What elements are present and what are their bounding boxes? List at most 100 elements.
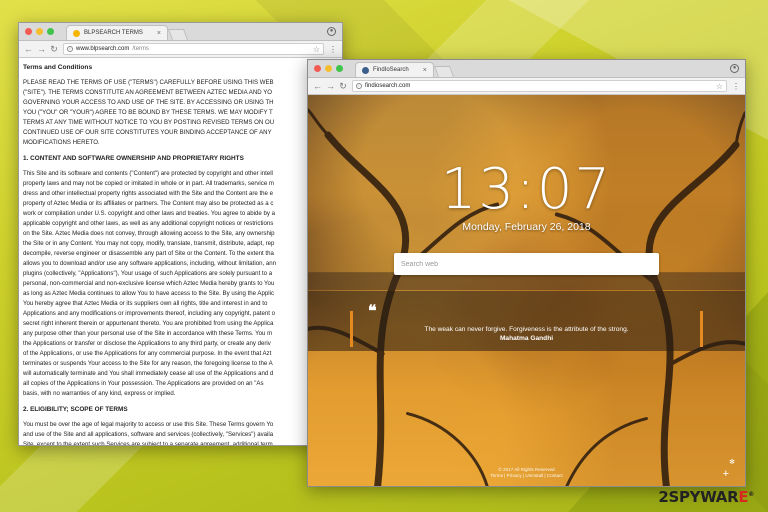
browser-toolbar: ← → ↻ i findiosearch.com ☆ ⋮ xyxy=(308,78,745,95)
tab-strip: BLPSEARCH TERMS × ● xyxy=(19,23,342,41)
terms-line: CONTINUED USE OF OUR SITE CONSTITUTES YO… xyxy=(23,129,272,136)
footer-links[interactable]: Terms | Privacy | Uninstall | Contact xyxy=(308,473,745,479)
terms-content: Terms and Conditions PLEASE READ THE TER… xyxy=(19,58,342,446)
terms-line: allows you to download and/or use any so… xyxy=(23,260,277,267)
address-bar[interactable]: i findiosearch.com ☆ xyxy=(352,80,727,92)
terms-line: decompile, reverse engineer or disassemb… xyxy=(23,250,274,257)
terms-line: and use of the Site and all applications… xyxy=(23,431,274,438)
terms-line: terminates or suspends Your access to th… xyxy=(23,360,273,367)
terms-line: the Site or in any Content. You may not … xyxy=(23,240,275,247)
findiosearch-browser-window: FindIoSearch × ● ← → ↻ i findiosearch.co… xyxy=(307,59,746,487)
window-controls xyxy=(308,65,349,72)
kebab-menu-icon[interactable]: ⋮ xyxy=(329,45,337,54)
terms-line: YOU ("YOU" OR "YOUR") AGREE TO BE BOUND … xyxy=(23,109,273,116)
terms-line: ("SITE"). THE TERMS CONSTITUTE AN AGREEM… xyxy=(23,89,273,96)
browser-toolbar: ← → ↻ i www.blpsearch.com/terms ☆ ⋮ xyxy=(19,41,342,58)
forward-arrow-icon[interactable]: → xyxy=(326,81,335,91)
section-heading: 2. ELIGIBILITY; SCOPE OF TERMS xyxy=(23,406,128,413)
terms-line: This Site and its software and contents … xyxy=(23,170,273,177)
back-arrow-icon[interactable]: ← xyxy=(313,81,322,91)
terms-intro: PLEASE READ THE TERMS OF USE ("TERMS") C… xyxy=(23,79,338,147)
new-tab-button[interactable] xyxy=(167,29,189,40)
terms-line: any purpose other than your personal use… xyxy=(23,330,273,337)
zoom-window-button[interactable] xyxy=(336,65,343,72)
kebab-menu-icon[interactable]: ⋮ xyxy=(732,82,740,91)
tab-close-icon[interactable]: × xyxy=(157,30,161,37)
terms-line: personal, non-commercial and non-exclusi… xyxy=(23,280,275,287)
url-host: findiosearch.com xyxy=(365,83,411,89)
terms-section-2: You must be over the age of legal majori… xyxy=(23,421,338,446)
search-input[interactable] xyxy=(394,253,659,275)
close-window-button[interactable] xyxy=(25,28,32,35)
new-tab-page: 13:07 Monday, February 26, 2018 ❝ The we… xyxy=(308,95,745,486)
section-heading: 1. CONTENT AND SOFTWARE OWNERSHIP AND PR… xyxy=(23,155,244,162)
back-arrow-icon[interactable]: ← xyxy=(24,44,33,54)
reload-icon[interactable]: ↻ xyxy=(339,81,347,91)
terms-browser-window: BLPSEARCH TERMS × ● ← → ↻ i www.blpsearc… xyxy=(18,22,343,446)
terms-line: dress and other intellectual property ri… xyxy=(23,190,273,197)
address-bar[interactable]: i www.blpsearch.com/terms ☆ xyxy=(63,43,324,55)
watermark-word-red: E xyxy=(738,488,749,506)
forward-arrow-icon[interactable]: → xyxy=(37,44,46,54)
page-footer: © 2017 All Rights Reserved Terms | Priva… xyxy=(308,467,745,479)
tab-title: BLPSEARCH TERMS xyxy=(84,30,143,36)
terms-line: secret right inherent therein or appurte… xyxy=(23,320,274,327)
terms-line: of the Applications, or use the Applicat… xyxy=(23,350,272,357)
url-path: /terms xyxy=(132,46,150,52)
new-tab-button[interactable] xyxy=(433,66,454,77)
terms-line: will automatically terminate and You sha… xyxy=(23,370,274,377)
favicon-icon xyxy=(362,66,369,74)
terms-line: work or compilation under U.S. copyright… xyxy=(23,210,276,217)
user-icon[interactable]: ● xyxy=(730,64,739,73)
terms-line: all copies of the Applications in Your p… xyxy=(23,380,264,387)
terms-line: on the Site. Aztec Media does not convey… xyxy=(23,230,275,237)
info-icon[interactable]: i xyxy=(67,46,73,52)
quote-text: The weak can never forgive. Forgiveness … xyxy=(424,326,629,333)
terms-line: PLEASE READ THE TERMS OF USE ("TERMS") C… xyxy=(23,79,274,86)
watermark-number: 2 xyxy=(658,488,669,506)
terms-line: Site, except to the extent such Services… xyxy=(23,441,273,446)
tab-strip: FindIoSearch × ● xyxy=(308,60,745,78)
current-date: Monday, February 26, 2018 xyxy=(462,221,591,233)
watermark-word: SPYWAR xyxy=(668,488,739,506)
tab-blpsearch-terms[interactable]: BLPSEARCH TERMS × xyxy=(66,25,168,40)
info-icon[interactable]: i xyxy=(356,83,362,89)
favicon-icon xyxy=(73,29,80,37)
tab-title: FindIoSearch xyxy=(373,67,409,73)
zoom-window-button[interactable] xyxy=(47,28,54,35)
quote-author: Mahatma Gandhi xyxy=(499,335,554,342)
terms-line: plugins (collectively, "Applications"), … xyxy=(23,270,273,277)
tab-close-icon[interactable]: × xyxy=(423,67,427,74)
terms-line: GOVERNING YOUR ACCESS TO AND USE OF THE … xyxy=(23,99,274,106)
terms-line: Applications and any modifications or im… xyxy=(23,310,276,317)
terms-line: the Applications or transfer or disclose… xyxy=(23,340,271,347)
terms-line: applicable copyright and other laws, as … xyxy=(23,220,274,227)
watermark-registered: ® xyxy=(748,491,754,498)
terms-section-1: This Site and its software and contents … xyxy=(23,170,338,398)
minimize-window-button[interactable] xyxy=(325,65,332,72)
url-host: www.blpsearch.com xyxy=(76,46,130,52)
minimize-window-button[interactable] xyxy=(36,28,43,35)
add-widget-button[interactable]: + xyxy=(723,468,729,480)
terms-line: You hereby agree that Aztec Media or its… xyxy=(23,300,268,307)
page-title: Terms and Conditions xyxy=(23,64,93,71)
quote-mark-icon: ❝ xyxy=(368,301,377,320)
user-icon[interactable]: ● xyxy=(327,27,336,36)
terms-line: as long as Aztec Media continues to allo… xyxy=(23,290,275,297)
close-window-button[interactable] xyxy=(314,65,321,72)
terms-line: You must be over the age of legal majori… xyxy=(23,421,274,428)
window-controls xyxy=(19,28,60,35)
watermark-logo: 2SPYWARE® xyxy=(658,488,754,506)
terms-line: MODIFICATIONS HERETO. xyxy=(23,139,100,146)
terms-line: TERMS AT ANY TIME WITHOUT NOTICE TO YOU … xyxy=(23,119,275,126)
terms-line: property of Aztec Media or its affiliate… xyxy=(23,200,274,207)
terms-line: basis, with no warranties of any kind, e… xyxy=(23,390,176,397)
terms-line: property laws and may not be copied or i… xyxy=(23,180,274,187)
gear-icon[interactable]: ✻ xyxy=(729,458,735,466)
star-icon[interactable]: ☆ xyxy=(716,82,723,91)
tab-findiosearch[interactable]: FindIoSearch × xyxy=(355,62,434,77)
reload-icon[interactable]: ↻ xyxy=(50,44,58,54)
quote: The weak can never forgive. Forgiveness … xyxy=(308,325,745,343)
clock-time: 13:07 xyxy=(440,157,613,222)
star-icon[interactable]: ☆ xyxy=(313,45,320,54)
